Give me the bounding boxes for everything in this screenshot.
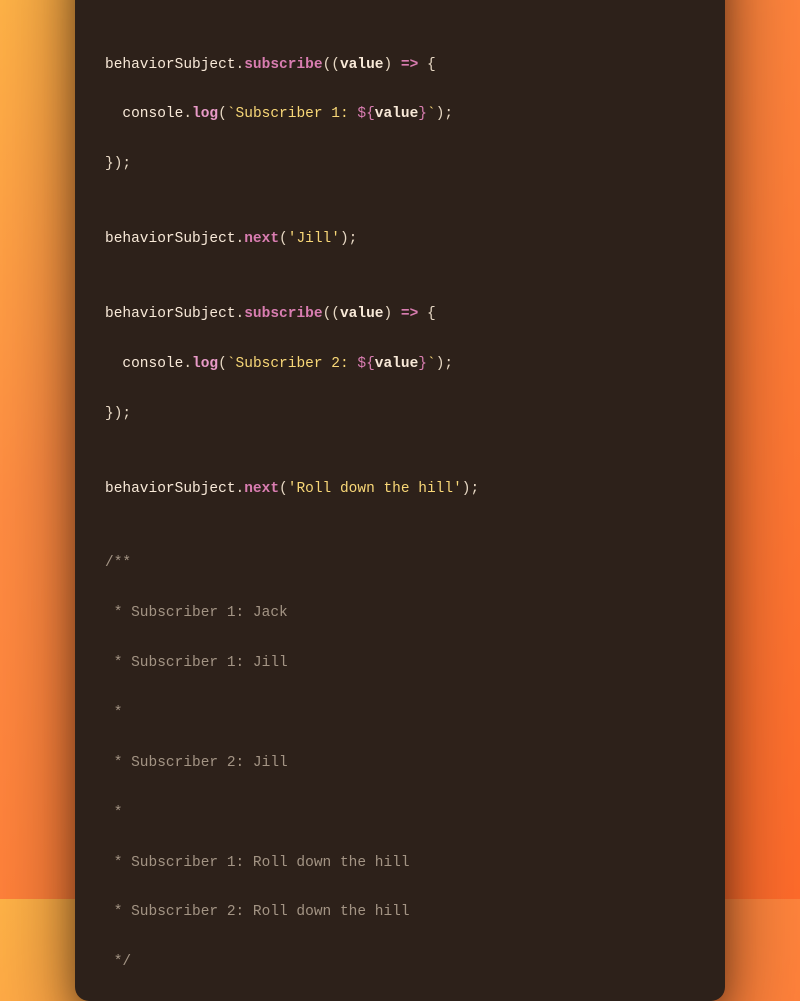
comment-line: * Subscriber 2: Roll down the hill [105,900,695,925]
comment-line: * Subscriber 2: Jill [105,751,695,776]
comment-line: * [105,701,695,726]
code-line: console.log(`Subscriber 2: ${value}`); [105,352,695,377]
comment-line: * Subscriber 1: Jill [105,651,695,676]
code-line: behaviorSubject.next('Roll down the hill… [105,477,695,502]
comment-line: * Subscriber 1: Jack [105,601,695,626]
comment-line: */ [105,950,695,975]
code-line: }); [105,152,695,177]
code-line: behaviorSubject.next('Jill'); [105,227,695,252]
code-line: behaviorSubject.subscribe((value) => { [105,53,695,78]
comment-line: /** [105,551,695,576]
code-window: Example Behavior Subject const behaviorS… [75,0,725,1001]
code-block: const behaviorSubject = new BehaviorSubj… [75,0,725,1001]
comment-line: * Subscriber 1: Roll down the hill [105,851,695,876]
code-line: console.log(`Subscriber 1: ${value}`); [105,102,695,127]
comment-line: * [105,801,695,826]
code-line: const behaviorSubject = new BehaviorSubj… [105,0,695,3]
code-line: behaviorSubject.subscribe((value) => { [105,302,695,327]
code-line: }); [105,402,695,427]
